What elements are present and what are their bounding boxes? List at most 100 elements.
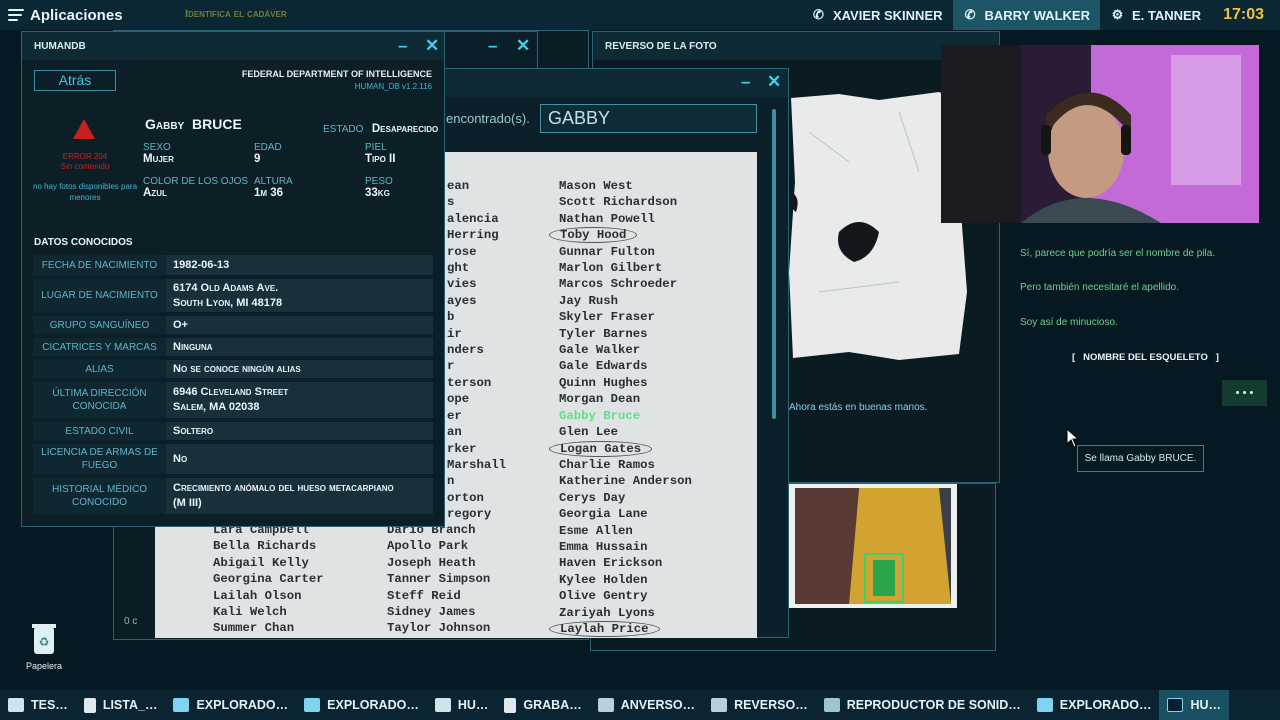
list-item: b bbox=[447, 310, 455, 325]
chat-message: Pero también necesitaré el apellido. bbox=[1020, 282, 1179, 293]
search-window-titlebar[interactable] bbox=[439, 69, 788, 97]
taskbar-item[interactable]: GRABA… bbox=[496, 690, 589, 720]
list-item: Tyler Barnes bbox=[559, 326, 648, 341]
row-value: 1982-06-13 bbox=[166, 255, 433, 275]
img-icon bbox=[597, 698, 614, 712]
list-item: Lailah Olson bbox=[213, 588, 302, 603]
taskbar-item[interactable]: HU… bbox=[427, 690, 497, 720]
error-line: Sin contenido bbox=[60, 162, 110, 171]
taskbar-item[interactable]: EXPLORADO… bbox=[296, 690, 427, 720]
taskbar-label: GRABA… bbox=[523, 698, 582, 712]
taskbar-item[interactable]: REVERSO… bbox=[703, 690, 816, 720]
folder-icon bbox=[304, 698, 321, 712]
list-item: orton bbox=[447, 490, 484, 505]
back-button[interactable]: Atrás bbox=[34, 70, 116, 91]
list-item: Georgia Lane bbox=[559, 507, 648, 522]
list-item: Bella Richards bbox=[213, 539, 317, 554]
row-value: Soltero bbox=[166, 422, 433, 440]
list-item: Esme Allen bbox=[559, 523, 633, 538]
list-item: rker bbox=[447, 441, 477, 456]
list-item: Morgan Dean bbox=[559, 392, 641, 407]
field-value: 1m 36 bbox=[254, 187, 284, 199]
list-item: Laylah Price bbox=[549, 620, 692, 637]
list-item: Summer Chan bbox=[213, 621, 295, 636]
age-field: EDAD 9 bbox=[254, 142, 282, 165]
folder-icon bbox=[173, 698, 190, 712]
list-item: Apollo Park bbox=[387, 539, 469, 554]
chat-caption: Ahora estás en buenas manos. bbox=[789, 402, 928, 413]
taskbar-item[interactable]: REPRODUCTOR DE SONID… bbox=[816, 690, 1029, 720]
known-data-row: CICATRICES Y MARCAS Ninguna bbox=[33, 338, 433, 356]
row-label: ALIAS bbox=[85, 363, 114, 375]
known-data-heading: DATOS CONOCIDOS bbox=[34, 237, 133, 248]
trash-desktop-icon[interactable]: ♻ Papelera bbox=[22, 622, 66, 671]
scrollbar[interactable] bbox=[772, 109, 776, 419]
list-item: regory bbox=[447, 507, 492, 522]
taskbar-label: LISTA_… bbox=[102, 698, 158, 712]
close-icon[interactable]: ✕ bbox=[516, 37, 530, 54]
first-name: Gabby bbox=[145, 116, 185, 132]
contacts-bar: ✆ XAVIER SKINNER ✆ BARRY WALKER ⚙ E. TAN… bbox=[801, 0, 1280, 30]
minimize-icon[interactable]: – bbox=[398, 37, 407, 54]
trash-label: Papelera bbox=[25, 661, 63, 671]
taskbar-item[interactable]: TES… bbox=[0, 690, 76, 720]
list-item: Gale Walker bbox=[559, 343, 641, 358]
list-item: Georgina Carter bbox=[213, 572, 324, 587]
list-item: nders bbox=[447, 343, 484, 358]
taskbar-item[interactable]: ANVERSO… bbox=[590, 690, 703, 720]
list-item: terson bbox=[447, 375, 492, 390]
field-value: Tipo II bbox=[365, 153, 396, 165]
minimize-icon[interactable]: – bbox=[488, 37, 497, 54]
row-label: LUGAR DE NACIMIENTO bbox=[41, 290, 158, 301]
field-label: SEXO bbox=[143, 142, 171, 153]
chat-message: Sí, parece que podría ser el nombre de p… bbox=[1020, 248, 1216, 259]
list-item: Katherine Anderson bbox=[559, 474, 692, 489]
list-item: Olive Gentry bbox=[559, 589, 648, 604]
taskbar-item[interactable]: EXPLORADO… bbox=[1029, 690, 1160, 720]
list-item: ght bbox=[447, 261, 470, 276]
list-item: ean bbox=[447, 179, 470, 193]
contact-xavier-skinner[interactable]: ✆ XAVIER SKINNER bbox=[801, 0, 953, 30]
row-value: No bbox=[166, 444, 433, 474]
close-icon[interactable]: ✕ bbox=[767, 73, 781, 90]
list-item: Scott Richardson bbox=[559, 195, 678, 210]
reply-option-button[interactable]: Se llama Gabby BRUCE. bbox=[1077, 445, 1204, 472]
webcam-feed bbox=[941, 45, 1259, 223]
row-label: GRUPO SANGUÍNEO bbox=[49, 319, 150, 331]
evidence-photo bbox=[789, 484, 957, 608]
list-item: Marcos Schroeder bbox=[559, 277, 678, 292]
close-icon[interactable]: ✕ bbox=[425, 37, 439, 54]
contact-name: BARRY WALKER bbox=[984, 7, 1090, 23]
list-item: Kylee Holden bbox=[559, 572, 648, 587]
list-item: Logan Gates bbox=[549, 440, 692, 457]
list-item: Zariyah Lyons bbox=[559, 605, 655, 620]
names-column-left: ean s alencia Herring rose ght vies ayes b ir nde… bbox=[447, 178, 506, 523]
department-title: FEDERAL DEPARTMENT OF INTELLIGENCE bbox=[241, 69, 432, 79]
clock: 17:03 bbox=[1223, 6, 1264, 23]
list-item: er bbox=[447, 408, 462, 423]
row-value: No se conoce ningún alias bbox=[166, 360, 433, 378]
taskbar-item[interactable]: LISTA_… bbox=[76, 690, 166, 720]
list-item: ir bbox=[447, 326, 462, 341]
list-item: Mason West bbox=[559, 179, 633, 193]
humandb-titlebar[interactable]: HUMANDB bbox=[22, 32, 444, 60]
taskbar-item[interactable]: HU… bbox=[1159, 690, 1230, 720]
contact-e-tanner[interactable]: ⚙ E. TANNER bbox=[1100, 0, 1211, 30]
list-item: Gunnar Fulton bbox=[559, 244, 655, 259]
list-item: rose bbox=[447, 244, 477, 259]
list-item: alencia bbox=[447, 211, 499, 226]
row-label: ESTADO CIVIL bbox=[65, 425, 134, 437]
more-options-button[interactable]: • • • bbox=[1222, 380, 1267, 406]
search-input[interactable] bbox=[540, 104, 757, 133]
photo-window-titlebar[interactable]: REVERSO DE LA FOTO bbox=[593, 32, 999, 60]
taskbar-item[interactable]: EXPLORADO… bbox=[165, 690, 296, 720]
applications-menu[interactable]: Aplicaciones bbox=[0, 0, 123, 30]
streamer-image bbox=[941, 45, 1259, 223]
field-label: ALTURA bbox=[254, 176, 293, 187]
contact-barry-walker[interactable]: ✆ BARRY WALKER bbox=[952, 0, 1100, 30]
list-item: Skyler Fraser bbox=[559, 310, 655, 325]
known-data-row: ESTADO CIVIL Soltero bbox=[33, 422, 433, 440]
field-value: Azul bbox=[143, 187, 167, 199]
minimize-icon[interactable]: – bbox=[741, 73, 750, 90]
list-item: vies bbox=[447, 277, 477, 292]
